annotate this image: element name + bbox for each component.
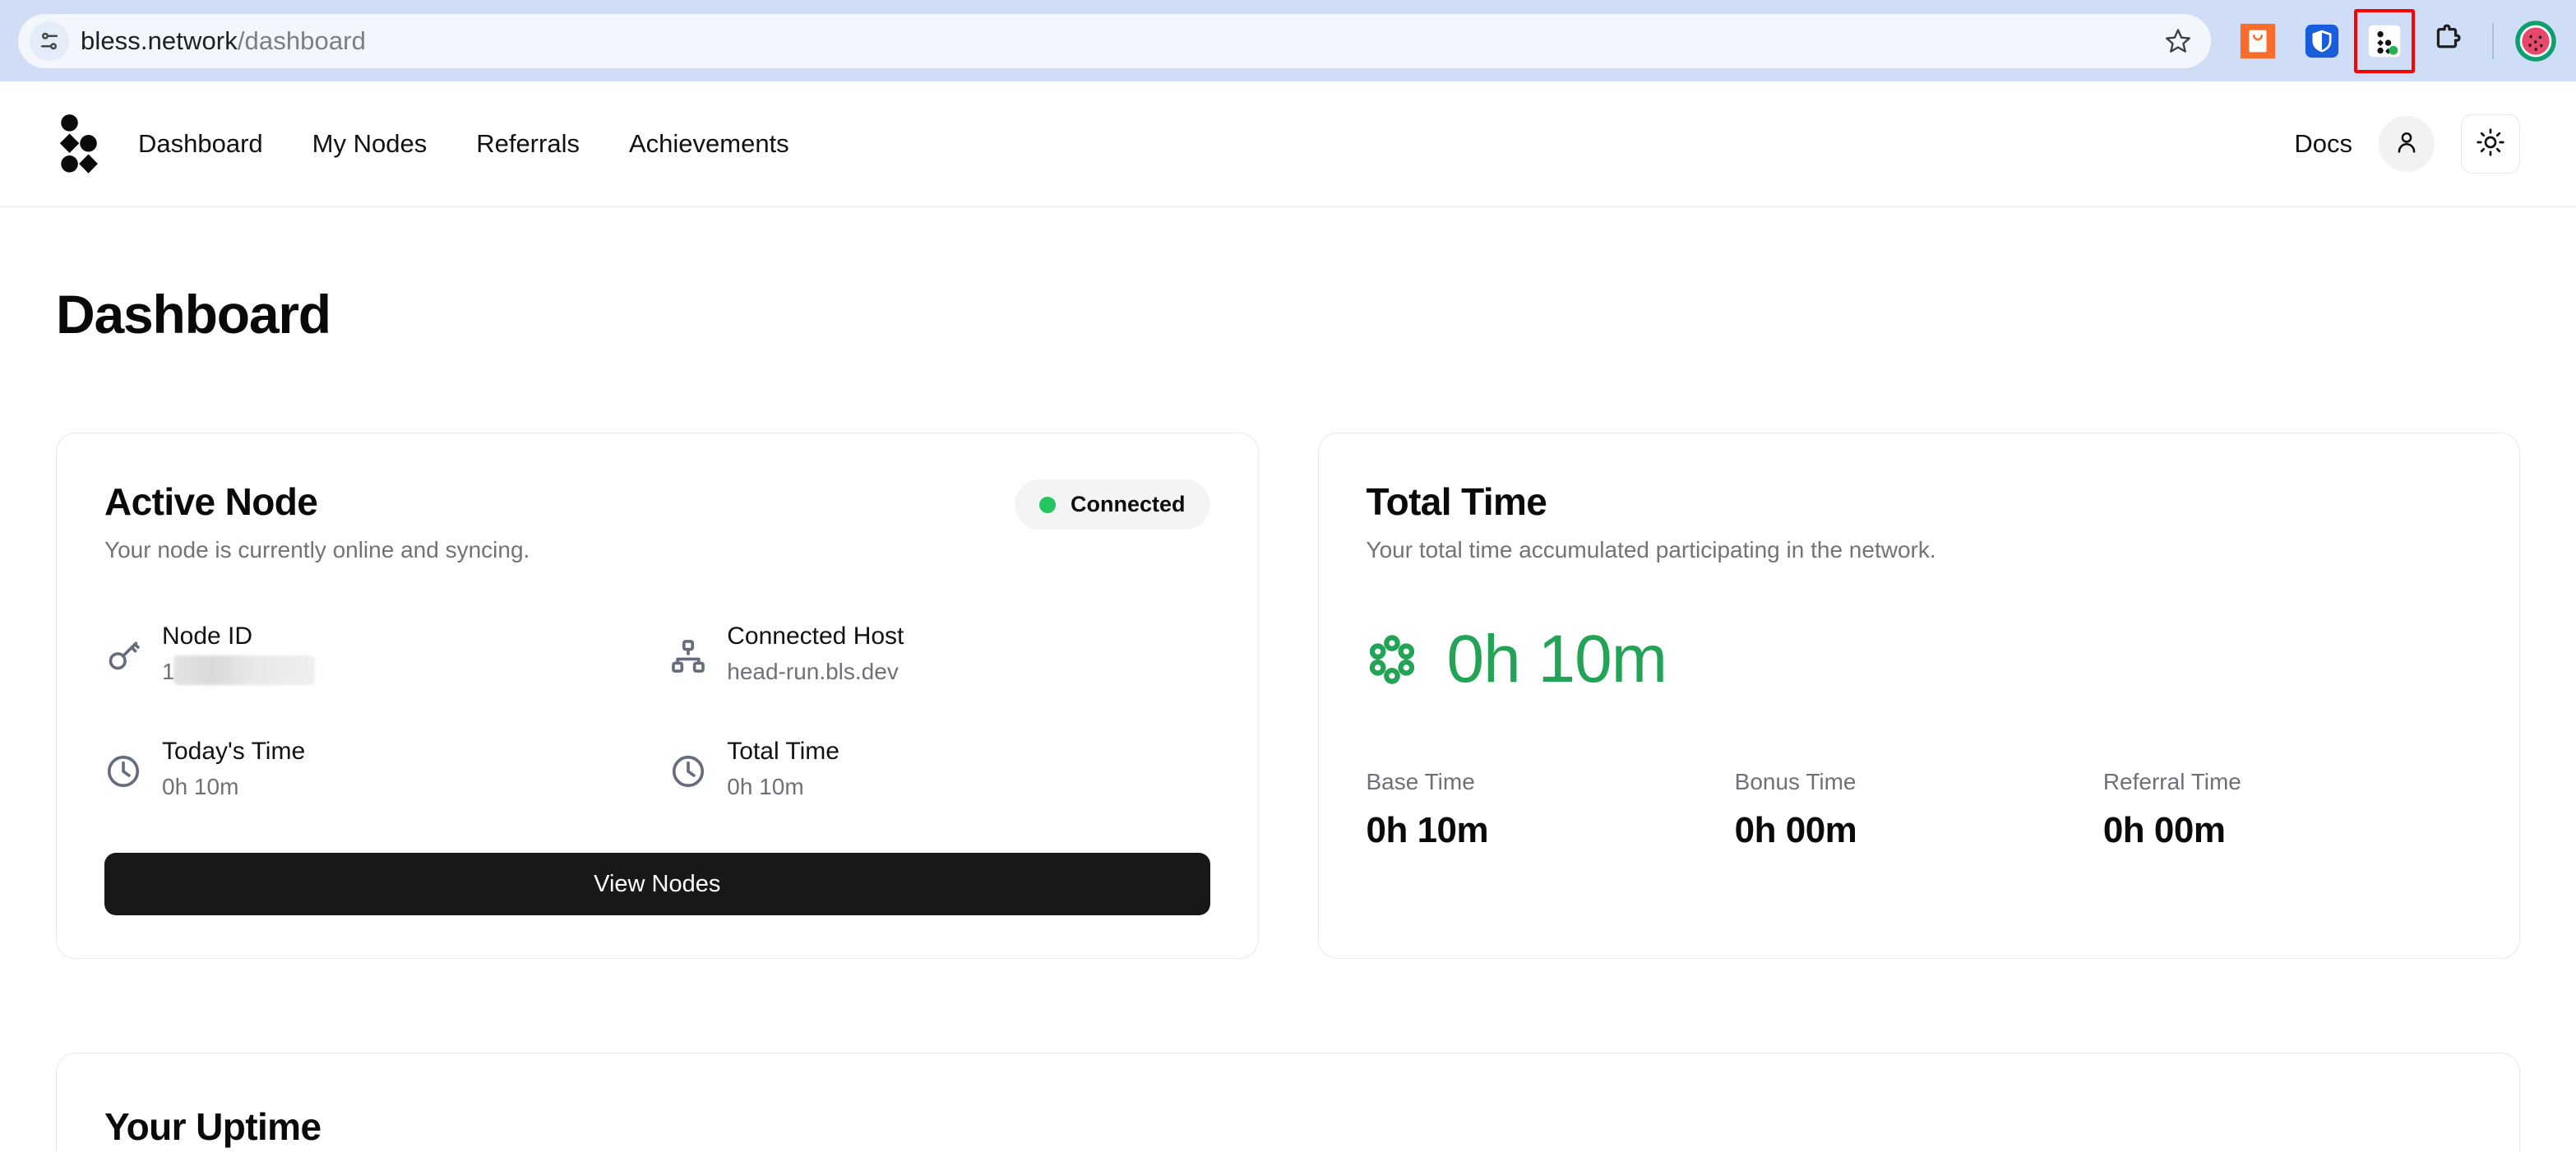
total-time-value: 0h 10m (1446, 622, 1668, 697)
browser-toolbar: bless.network/dashboard (0, 0, 2576, 81)
bless-logo-icon[interactable] (53, 113, 104, 175)
detail-node-id-text: Node ID 1 (162, 623, 315, 685)
breakdown-base-time: Base Time 0h 10m (1367, 769, 1735, 851)
page-title: Dashboard (56, 284, 331, 345)
detail-node-id: Node ID 1 (104, 623, 645, 685)
detail-todays-time: Today's Time 0h 10m (104, 738, 645, 800)
header-actions: Docs (2294, 114, 2520, 174)
breakdown-value: 0h 10m (1366, 810, 1489, 850)
total-time-title: Total Time (1366, 480, 1547, 523)
status-badge: Connected (1014, 479, 1210, 530)
nav-item-referrals[interactable]: Referrals (476, 121, 580, 167)
url-domain: bless.network (81, 25, 238, 55)
detail-value: 0h 10m (162, 774, 239, 799)
star-icon[interactable] (2153, 16, 2203, 66)
nav-item-my-nodes[interactable]: My Nodes (312, 121, 428, 167)
main-navigation: Dashboard My Nodes Referrals Achievement… (138, 121, 839, 167)
node-detail-grid: Node ID 1 Connected Host head-run.bls.de… (104, 623, 1210, 800)
browser-extension-icons (2211, 8, 2558, 73)
detail-value: 0h 10m (727, 774, 804, 799)
nav-item-dashboard[interactable]: Dashboard (138, 121, 263, 167)
detail-connected-host-text: Connected Host head-run.bls.dev (727, 623, 904, 685)
time-breakdown: Base Time 0h 10m Bonus Time 0h 00m Refer… (1367, 769, 2472, 851)
breakdown-label: Referral Time (2102, 769, 2241, 794)
theme-toggle-button[interactable] (2461, 114, 2520, 174)
url-text: bless.network/dashboard (81, 26, 366, 56)
active-node-heading-group: Active Node Your node is currently onlin… (104, 479, 530, 563)
active-node-card: Active Node Your node is currently onlin… (56, 433, 1259, 959)
account-button[interactable] (2379, 116, 2435, 172)
detail-todays-time-text: Today's Time 0h 10m (162, 738, 305, 800)
cards-row: Active Node Your node is currently onlin… (56, 433, 2520, 959)
detail-label: Connected Host (727, 623, 904, 650)
active-node-header: Active Node Your node is currently onlin… (104, 479, 1210, 563)
toolbar-divider (2492, 22, 2494, 59)
breakdown-referral-time: Referral Time 0h 00m (2103, 769, 2472, 851)
detail-total-time-text: Total Time 0h 10m (727, 738, 839, 800)
detail-label: Total Time (727, 738, 839, 765)
total-time-subtitle: Your total time accumulated participatin… (1366, 537, 1936, 562)
view-nodes-button[interactable]: View Nodes (104, 853, 1210, 915)
node-id-redacted-value: 1 (162, 655, 315, 685)
site-header: Dashboard My Nodes Referrals Achievement… (0, 81, 2576, 207)
extensions-puzzle-icon[interactable] (2415, 9, 2479, 73)
breakdown-label: Base Time (1366, 769, 1475, 794)
detail-value: 1 (162, 655, 315, 685)
total-time-card: Total Time Your total time accumulated p… (1317, 433, 2520, 959)
status-dot-icon (1038, 496, 1056, 513)
page-info-tune-icon[interactable] (30, 21, 69, 61)
detail-label: Node ID (162, 623, 253, 650)
address-bar[interactable]: bless.network/dashboard (18, 13, 2211, 68)
breakdown-label: Bonus Time (1734, 769, 1857, 794)
active-node-subtitle: Your node is currently online and syncin… (104, 537, 530, 562)
detail-connected-host: Connected Host head-run.bls.dev (669, 623, 1209, 685)
shopping-bag-extension-icon[interactable] (2226, 9, 2290, 73)
detail-total-time: Total Time 0h 10m (669, 738, 1209, 800)
your-uptime-card: Your Uptime (56, 1053, 2520, 1151)
breakdown-value: 0h 00m (2102, 810, 2226, 850)
url-path: /dashboard (237, 25, 366, 55)
total-time-value-row: 0h 10m (1367, 626, 2472, 693)
nav-item-achievements[interactable]: Achievements (629, 121, 789, 167)
detail-value: head-run.bls.dev (727, 659, 899, 684)
dashboard-page: Dashboard Active Node Your node is curre… (0, 283, 2576, 1151)
clock-icon (104, 752, 142, 790)
docs-link[interactable]: Docs (2294, 129, 2352, 159)
key-icon (104, 637, 142, 675)
clock-icon (669, 752, 707, 790)
bless-network-extension-icon[interactable] (2354, 8, 2415, 73)
password-manager-shield-icon[interactable] (2290, 9, 2354, 73)
status-badge-label: Connected (1070, 492, 1186, 516)
your-uptime-title: Your Uptime (104, 1105, 321, 1148)
active-node-title: Active Node (104, 480, 318, 523)
redaction-blur-mask (173, 655, 315, 685)
breakdown-bonus-time: Bonus Time 0h 00m (1735, 769, 2103, 851)
detail-label: Today's Time (162, 738, 306, 765)
bless-nodes-ring-icon (1367, 634, 1417, 685)
user-account-icon (2393, 128, 2421, 160)
sun-theme-toggle-icon (2476, 127, 2505, 161)
network-icon (669, 637, 707, 675)
breakdown-value: 0h 00m (1734, 810, 1857, 850)
watermelon-profile-avatar[interactable] (2514, 19, 2558, 63)
